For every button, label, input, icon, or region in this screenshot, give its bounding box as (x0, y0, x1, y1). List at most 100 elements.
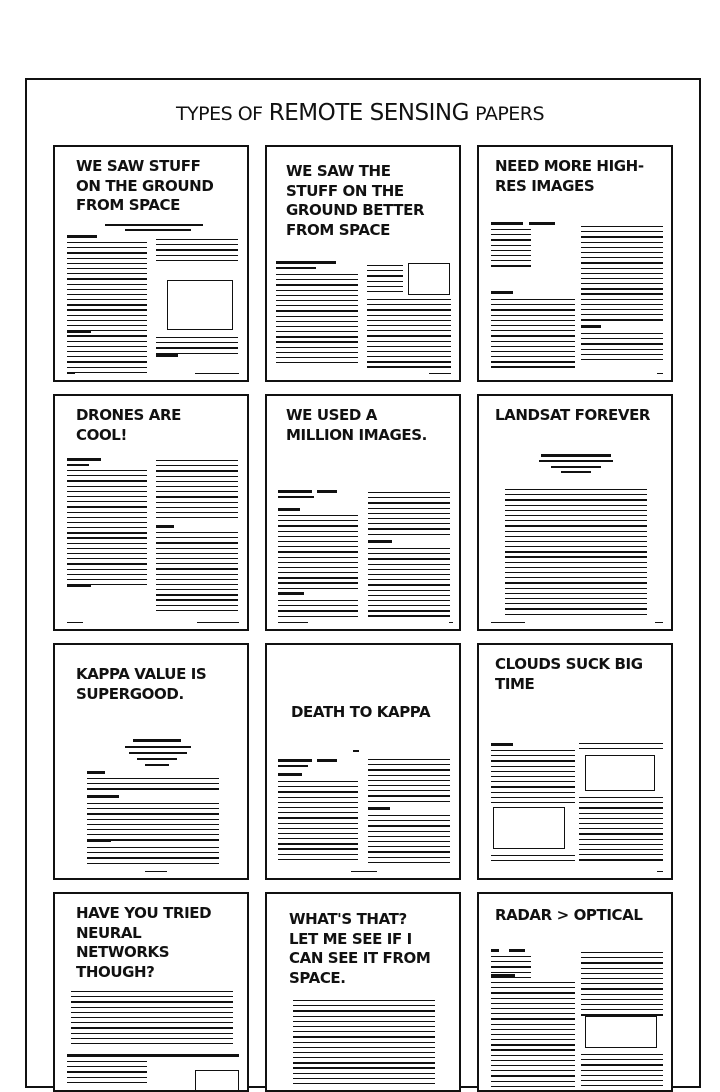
text-column (368, 815, 450, 867)
text-line (276, 331, 358, 333)
text-line (491, 265, 531, 267)
text-line (581, 353, 663, 356)
text-line (505, 587, 647, 589)
text-line (505, 494, 647, 496)
text-line (581, 246, 663, 249)
text-column (87, 778, 219, 794)
text-line (491, 796, 575, 798)
text-line (368, 605, 450, 607)
text-line (581, 333, 663, 335)
text-line (156, 485, 238, 488)
text-column (491, 956, 531, 982)
text-line (276, 336, 358, 338)
text-line (505, 525, 647, 527)
section-heading (156, 354, 178, 357)
text-column (579, 743, 663, 753)
text-line (368, 568, 450, 571)
page-footer (655, 622, 663, 623)
text-line (367, 290, 403, 293)
text-column (276, 274, 358, 367)
text-line (491, 304, 575, 306)
text-line (367, 366, 451, 368)
text-line (278, 540, 358, 543)
text-column (491, 229, 531, 271)
text-line (505, 535, 647, 537)
text-line (156, 542, 238, 544)
page-footer (67, 622, 83, 623)
text-line (156, 589, 238, 591)
title-block (541, 454, 611, 457)
text-line (156, 609, 238, 612)
text-line (156, 337, 238, 339)
text-line (278, 781, 358, 783)
text-line (491, 760, 575, 762)
page-footer (67, 373, 75, 374)
text-line (156, 244, 238, 246)
subheading-line (278, 496, 314, 498)
text-line (368, 502, 450, 504)
text-line (367, 350, 451, 353)
section-heading (87, 839, 111, 842)
text-line (367, 275, 403, 277)
text-line (491, 1054, 575, 1056)
text-line (67, 361, 147, 363)
section-heading (368, 540, 392, 543)
text-line (367, 304, 451, 306)
text-line (278, 796, 358, 798)
text-line (491, 1080, 575, 1082)
text-line (505, 540, 647, 543)
text-line (368, 615, 450, 617)
page-footer (351, 871, 377, 872)
text-line (156, 506, 238, 508)
text-line (579, 828, 663, 830)
text-line (276, 310, 358, 312)
text-line (579, 822, 663, 825)
text-column (67, 1061, 147, 1087)
text-line (367, 265, 403, 267)
text-line (276, 274, 358, 276)
text-line (156, 583, 238, 586)
text-line (278, 843, 358, 845)
text-line (491, 781, 575, 783)
text-line (581, 241, 663, 243)
text-column (293, 1000, 435, 1088)
text-line (579, 812, 663, 814)
text-line (368, 830, 450, 832)
paper-headline: KAPPA VALUE IS SUPERGOOD. (76, 665, 207, 703)
text-line (276, 294, 358, 297)
text-line (581, 272, 663, 274)
text-line (67, 578, 147, 581)
text-line (505, 546, 647, 548)
text-column (156, 239, 238, 265)
text-line (71, 1006, 233, 1008)
text-line (71, 1016, 233, 1019)
text-column (581, 952, 663, 1019)
text-line (581, 338, 663, 340)
text-line (368, 579, 450, 581)
text-line (156, 254, 238, 256)
text-line (491, 319, 575, 322)
text-line (293, 1015, 435, 1017)
text-line (367, 324, 451, 327)
section-heading (491, 743, 513, 746)
text-line (368, 846, 450, 848)
text-line (368, 517, 450, 520)
title-line (539, 460, 613, 462)
text-line (278, 853, 358, 855)
text-line (293, 1051, 435, 1054)
page-footer (195, 373, 239, 374)
section-heading (317, 759, 337, 762)
text-column (581, 1054, 663, 1090)
text-line (368, 790, 450, 792)
text-line (491, 765, 575, 767)
text-line (293, 1072, 435, 1074)
text-line (71, 996, 233, 998)
text-line (276, 357, 358, 359)
text-line (368, 820, 450, 822)
paper-headline: WE SAW THE STUFF ON THE GROUND BETTER FR… (286, 162, 425, 239)
text-line (368, 861, 450, 863)
text-line (581, 962, 663, 964)
text-line (67, 288, 147, 290)
text-line (505, 504, 647, 506)
text-line (491, 1070, 575, 1072)
